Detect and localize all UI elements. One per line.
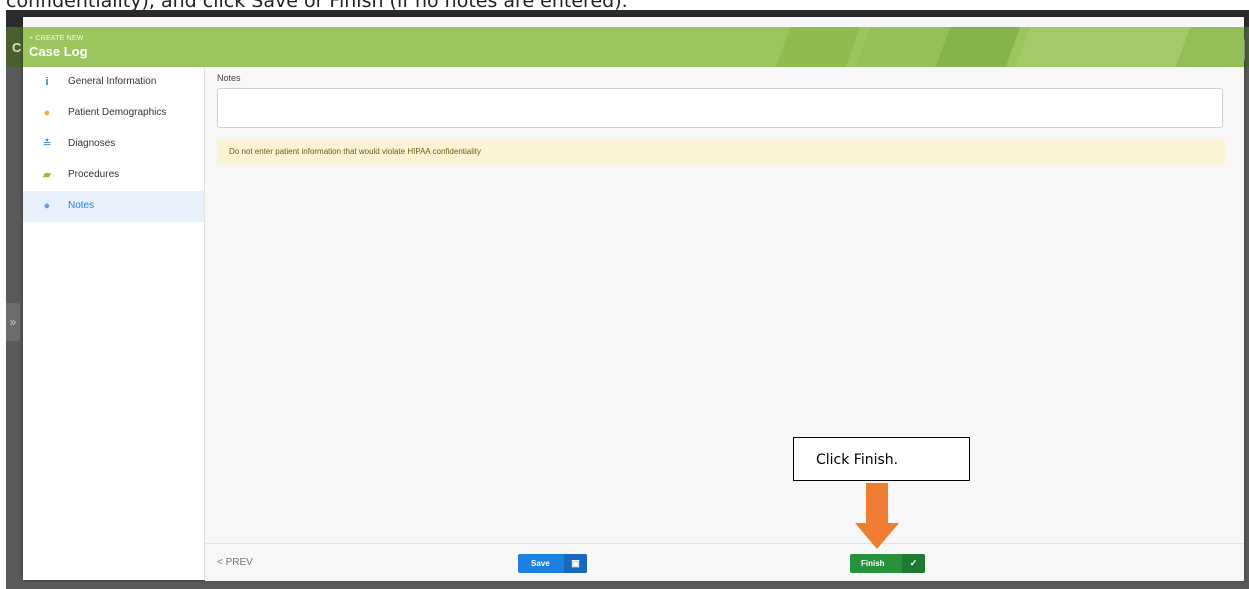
finish-button[interactable]: Finish ✓ [850, 554, 925, 573]
header-stripe [935, 27, 1021, 67]
sidebar-item-label: Diagnoses [68, 138, 116, 149]
sidebar-item-label: General Information [68, 76, 157, 87]
sidebar-item-patient-demographics[interactable]: ● Patient Demographics [23, 98, 204, 129]
sidebar-item-procedures[interactable]: ▰ Procedures [23, 160, 204, 191]
header-stripe [855, 27, 951, 67]
prev-button[interactable]: < PREV [217, 557, 253, 568]
header-stripe [775, 27, 861, 67]
main-content: Notes Do not enter patient information t… [205, 67, 1244, 580]
modal-header: + CREATE NEW Case Log [23, 27, 1244, 67]
header-subtitle: + CREATE NEW [29, 35, 84, 42]
notes-input[interactable] [217, 88, 1223, 128]
sidebar-item-diagnoses[interactable]: ≛ Diagnoses [23, 129, 204, 160]
hipaa-warning: Do not enter patient information that wo… [217, 139, 1225, 165]
sidebar-item-label: Patient Demographics [68, 107, 167, 118]
user-icon: ● [43, 107, 51, 119]
modal-footer: < PREV Save ▣ Finish ✓ [205, 543, 1244, 581]
create-case-log-modal: × + CREATE NEW Case Log i General Inform… [23, 17, 1249, 581]
notes-field-label: Notes [217, 73, 241, 83]
sidebar-item-label: Procedures [68, 169, 120, 180]
double-check-icon: ✓ [902, 554, 925, 573]
sidebar-item-notes[interactable]: ● Notes [23, 191, 204, 222]
finish-button-label: Finish [861, 559, 885, 568]
sidebar: i General Information ● Patient Demograp… [23, 67, 205, 580]
page-title: Case Log [29, 44, 88, 59]
sidebar-expand-icon[interactable]: » [6, 303, 20, 341]
diagnoses-icon: ≛ [42, 138, 52, 150]
save-icon: ▣ [564, 554, 587, 573]
arrow-head-icon [855, 523, 899, 549]
save-button-label: Save [531, 559, 550, 568]
instruction-callout: Click Finish. [793, 437, 970, 481]
arrow-down-icon [866, 483, 888, 525]
sidebar-item-label: Notes [68, 200, 95, 211]
header-stripe [1015, 27, 1191, 67]
background-header-letter: C [12, 40, 22, 55]
procedures-icon: ▰ [42, 169, 52, 181]
notes-icon: ● [43, 200, 51, 212]
sidebar-item-general-information[interactable]: i General Information [23, 67, 204, 98]
info-icon: i [45, 76, 49, 88]
save-button[interactable]: Save ▣ [518, 554, 587, 573]
